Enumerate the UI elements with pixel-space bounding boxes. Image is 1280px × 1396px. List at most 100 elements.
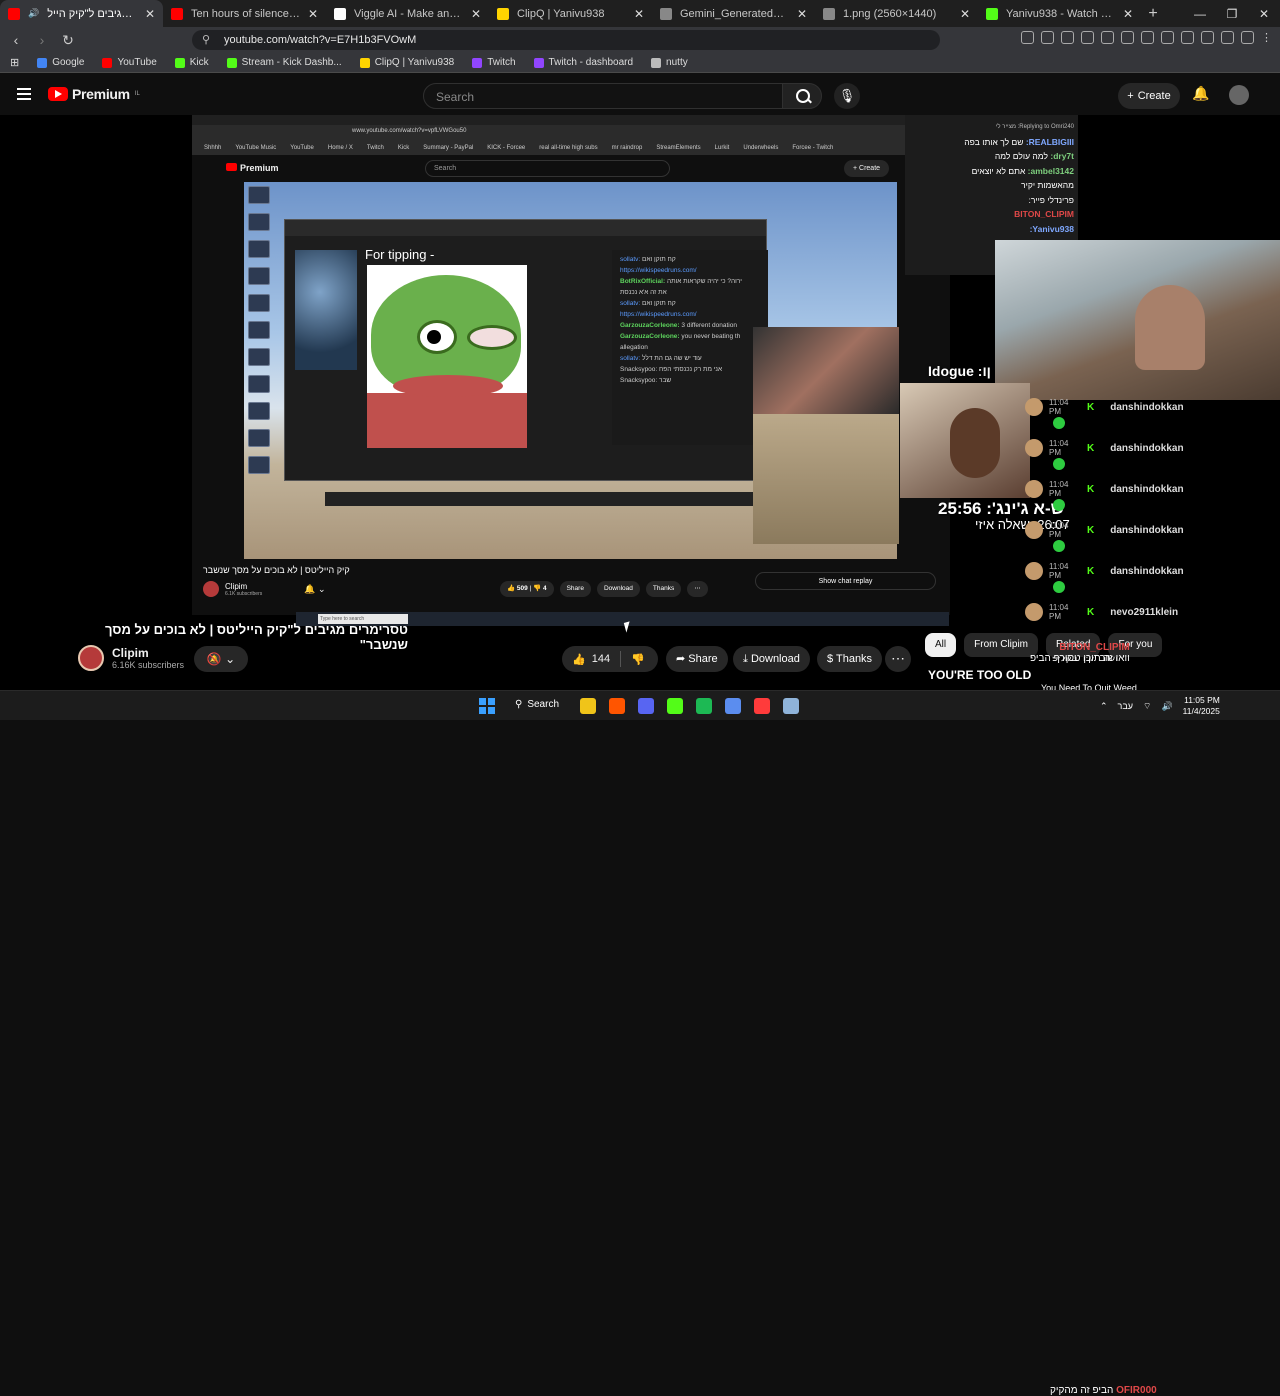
desktop-app-icon bbox=[248, 294, 270, 312]
ext-icon[interactable] bbox=[1021, 31, 1034, 44]
restore-icon[interactable]: ❐ bbox=[1216, 0, 1248, 27]
nested-channel-avatar bbox=[203, 581, 219, 597]
new-tab-button[interactable]: + bbox=[1141, 5, 1165, 23]
ext-icon[interactable] bbox=[1181, 31, 1194, 44]
close-tab-icon[interactable]: ✕ bbox=[797, 7, 807, 21]
taskbar-app-icon[interactable] bbox=[783, 698, 799, 714]
kick-logo-icon: K bbox=[1087, 606, 1095, 618]
browser-tab[interactable]: Gemini_Generated_Image_cesxvxces ✕ bbox=[652, 0, 815, 27]
bookmark-item[interactable]: Kick bbox=[174, 57, 209, 68]
bookmark-favicon-icon bbox=[533, 57, 544, 68]
close-tab-icon[interactable]: ✕ bbox=[471, 7, 481, 21]
bookmark-item[interactable]: ClipQ | Yanivu938 bbox=[359, 57, 454, 68]
share-button[interactable]: ➦ Share bbox=[666, 646, 728, 672]
search-button[interactable] bbox=[782, 83, 822, 109]
ext-icon[interactable] bbox=[1061, 31, 1074, 44]
more-actions-icon[interactable]: ⋯ bbox=[885, 646, 911, 672]
audio-playing-icon[interactable]: 🔊 bbox=[28, 8, 39, 19]
clock[interactable]: 11:05 PM 11/4/2025 bbox=[1183, 695, 1220, 717]
browser-tab[interactable]: 🔊 טסרימרים מגיבים ל"קיק הייל ✕ bbox=[0, 0, 163, 27]
bookmark-item[interactable]: Stream - Kick Dashb... bbox=[226, 57, 342, 68]
close-tab-icon[interactable]: ✕ bbox=[308, 7, 318, 21]
ext-icon[interactable] bbox=[1161, 31, 1174, 44]
browser-tab[interactable]: Viggle AI - Make any character move ✕ bbox=[326, 0, 489, 27]
channel-info[interactable]: Clipim 6.16K subscribers bbox=[78, 645, 184, 671]
channel-avatar[interactable] bbox=[78, 645, 104, 671]
minimize-icon[interactable]: — bbox=[1184, 0, 1216, 27]
filter-chip[interactable]: All bbox=[925, 633, 957, 657]
close-tab-icon[interactable]: ✕ bbox=[634, 7, 644, 21]
dislike-icon[interactable]: 👎 bbox=[631, 653, 645, 666]
like-dislike-group[interactable]: 👍 144 👎 bbox=[562, 646, 658, 672]
bookmark-item[interactable]: Twitch - dashboard bbox=[533, 57, 634, 68]
taskbar-app-icon[interactable] bbox=[609, 698, 625, 714]
taskbar-app-icon[interactable] bbox=[754, 698, 770, 714]
extensions-bar: ⋮ bbox=[1021, 31, 1272, 44]
volume-icon[interactable]: 🔊 bbox=[1161, 701, 1172, 712]
voice-search-icon[interactable]: 🎙 bbox=[834, 83, 860, 109]
like-icon[interactable]: 👍 bbox=[572, 653, 586, 666]
apps-icon[interactable]: ⊞ bbox=[10, 56, 19, 69]
taskbar-app-icon[interactable] bbox=[638, 698, 654, 714]
bookmark-item[interactable]: Google bbox=[37, 57, 84, 68]
nested-bookmark: Underwheels bbox=[743, 145, 779, 151]
clock-time: 11:05 PM bbox=[1184, 695, 1220, 705]
bookmark-item[interactable]: YouTube bbox=[102, 57, 157, 68]
close-tab-icon[interactable]: ✕ bbox=[145, 7, 155, 21]
taskbar-app-icon[interactable] bbox=[580, 698, 596, 714]
close-tab-icon[interactable]: ✕ bbox=[960, 7, 970, 21]
nested-chat-line: GarzouzaCorleone: you never beating th bbox=[620, 331, 760, 342]
browser-tab[interactable]: 1.png (2560×1440) ✕ bbox=[815, 0, 978, 27]
channel-name[interactable]: Clipim bbox=[112, 646, 184, 660]
nested-chat-text: עוד יש שה גם הת דלל bbox=[642, 355, 702, 362]
tray-chevron-icon[interactable]: ⌃ bbox=[1100, 701, 1108, 712]
ext-icon[interactable] bbox=[1041, 31, 1054, 44]
close-tab-icon[interactable]: ✕ bbox=[1123, 7, 1133, 21]
back-icon[interactable]: ‹ bbox=[6, 30, 26, 50]
reload-icon[interactable]: ↻ bbox=[58, 30, 78, 50]
create-button[interactable]: + Create bbox=[1118, 83, 1180, 109]
close-window-icon[interactable]: ✕ bbox=[1248, 0, 1280, 27]
bookmark-item[interactable]: Twitch bbox=[472, 57, 516, 68]
kick-user-avatar bbox=[1025, 439, 1043, 457]
language-indicator[interactable]: עבר bbox=[1118, 701, 1133, 711]
bookmark-label: Twitch - dashboard bbox=[548, 57, 634, 68]
bookmark-item[interactable]: nutty bbox=[651, 57, 688, 68]
ext-icon[interactable] bbox=[1241, 31, 1254, 44]
taskbar-search[interactable]: ⚲ Search bbox=[515, 699, 559, 710]
download-button[interactable]: ⤓ Download bbox=[733, 646, 810, 672]
taskbar-app-icon[interactable] bbox=[696, 698, 712, 714]
crypto-coin-image bbox=[295, 250, 357, 370]
ext-icon[interactable] bbox=[1141, 31, 1154, 44]
subscribed-bell-button[interactable]: 🔕 ⌄ bbox=[194, 646, 248, 672]
subscriber-count: 6.16K subscribers bbox=[112, 660, 185, 670]
taskbar-app-icon[interactable] bbox=[667, 698, 683, 714]
browser-tab[interactable]: Ten hours of silence occasionally bro ✕ bbox=[163, 0, 326, 27]
thanks-button[interactable]: $ Thanks bbox=[817, 646, 883, 672]
ext-icon[interactable] bbox=[1081, 31, 1094, 44]
url-field[interactable]: ⚲ youtube.com/watch?v=E7H1b3FVOwM bbox=[192, 30, 940, 50]
notifications-bell-icon[interactable]: 🔔 bbox=[1192, 85, 1209, 102]
browser-tab[interactable]: Yanivu938 - Watch clips on Kick ✕ bbox=[978, 0, 1141, 27]
youtube-logo[interactable]: Premium IL bbox=[48, 86, 140, 102]
forward-icon[interactable]: › bbox=[32, 30, 52, 50]
hamburger-menu-icon[interactable] bbox=[17, 88, 31, 100]
browser-tab[interactable]: ClipQ | Yanivu938 ✕ bbox=[489, 0, 652, 27]
ext-icon[interactable] bbox=[1121, 31, 1134, 44]
wifi-icon[interactable]: ⌔ bbox=[1143, 701, 1151, 712]
kick-emote-icon bbox=[1053, 458, 1065, 470]
nested-play-icon bbox=[226, 163, 237, 171]
menu-icon[interactable]: ⋮ bbox=[1261, 31, 1272, 44]
site-info-icon[interactable]: ⚲ bbox=[202, 33, 210, 46]
windows-start-icon[interactable] bbox=[479, 698, 495, 714]
ext-icon[interactable] bbox=[1101, 31, 1114, 44]
filter-chip[interactable]: From Clipim bbox=[964, 633, 1039, 657]
taskbar-app-icon[interactable] bbox=[725, 698, 741, 714]
desktop-icons bbox=[248, 186, 286, 526]
nested-url: www.youtube.com/watch?v=vpfLVWGou50 bbox=[352, 128, 467, 134]
account-avatar[interactable] bbox=[1229, 85, 1249, 105]
video-player[interactable]: www.youtube.com/watch?v=vpfLVWGou50 Shhh… bbox=[0, 115, 1280, 690]
search-input[interactable]: Search bbox=[423, 83, 783, 109]
ext-icon[interactable] bbox=[1201, 31, 1214, 44]
ext-icon[interactable] bbox=[1221, 31, 1234, 44]
